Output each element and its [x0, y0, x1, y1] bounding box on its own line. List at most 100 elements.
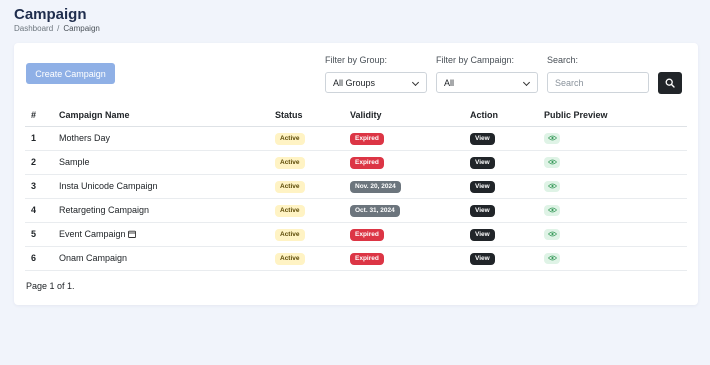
row-number: 4: [25, 198, 59, 223]
eye-icon: [547, 183, 557, 189]
filter-group-value: All Groups: [333, 77, 376, 88]
validity-cell: Expired: [350, 126, 470, 151]
campaign-name: Insta Unicode Campaign: [59, 181, 158, 191]
campaign-name: Retargeting Campaign: [59, 205, 150, 215]
create-campaign-button[interactable]: Create Campaign: [26, 63, 115, 84]
col-validity-header: Validity: [350, 105, 470, 127]
public-preview-button[interactable]: [544, 228, 560, 240]
search-input[interactable]: Search: [547, 72, 649, 93]
validity-cell: Expired: [350, 150, 470, 175]
filter-campaign-select[interactable]: All: [436, 72, 538, 93]
status-cell: Active: [275, 126, 350, 151]
col-preview-header: Public Preview: [544, 105, 687, 127]
preview-cell: [544, 174, 687, 199]
public-preview-button[interactable]: [544, 132, 560, 144]
public-preview-button[interactable]: [544, 180, 560, 192]
search-icon: [665, 78, 675, 88]
col-status-header: Status: [275, 105, 350, 127]
campaign-name-cell: Onam Campaign: [59, 246, 275, 271]
campaign-name: Mothers Day: [59, 133, 111, 143]
filter-campaign-value: All: [444, 77, 455, 88]
status-cell: Active: [275, 222, 350, 247]
eye-icon: [547, 207, 557, 213]
eye-icon: [547, 135, 557, 141]
validity-badge: Oct. 31, 2024: [350, 204, 400, 217]
view-button[interactable]: View: [470, 156, 495, 169]
breadcrumb: Dashboard / Campaign: [14, 24, 100, 33]
calendar-icon: [127, 230, 136, 238]
campaign-name: Event Campaign: [59, 229, 126, 239]
filter-group-label: Filter by Group:: [325, 55, 388, 65]
row-number: 1: [25, 126, 59, 151]
validity-badge: Expired: [350, 228, 384, 241]
view-button[interactable]: View: [470, 228, 495, 241]
pagination-info: Page 1 of 1.: [26, 281, 75, 291]
preview-cell: [544, 222, 687, 247]
row-number: 2: [25, 150, 59, 175]
col-action-header: Action: [470, 105, 544, 127]
chevron-down-icon: [411, 78, 420, 87]
preview-cell: [544, 246, 687, 271]
search-button[interactable]: [658, 72, 682, 94]
action-cell: View: [470, 198, 544, 223]
breadcrumb-dashboard-link[interactable]: Dashboard: [14, 24, 53, 33]
campaign-name-cell: Insta Unicode Campaign: [59, 174, 275, 199]
row-number: 6: [25, 246, 59, 271]
campaign-name-cell: Mothers Day: [59, 126, 275, 151]
table-row: 5 Event Campaign Active Expired View: [25, 222, 687, 247]
validity-badge: Expired: [350, 132, 384, 145]
campaign-card: Create Campaign Filter by Group: All Gro…: [14, 43, 698, 305]
campaign-name-cell: Retargeting Campaign: [59, 198, 275, 223]
status-badge: Active: [275, 204, 305, 217]
preview-cell: [544, 150, 687, 175]
preview-cell: [544, 126, 687, 151]
public-preview-button[interactable]: [544, 252, 560, 264]
action-cell: View: [470, 246, 544, 271]
action-cell: View: [470, 126, 544, 151]
status-badge: Active: [275, 156, 305, 169]
table-row: 3 Insta Unicode Campaign Active Nov. 20, 20…: [25, 174, 687, 199]
status-badge: Active: [275, 180, 305, 193]
validity-badge: Expired: [350, 156, 384, 169]
validity-cell: Expired: [350, 246, 470, 271]
status-cell: Active: [275, 150, 350, 175]
page-title: Campaign: [14, 6, 87, 23]
row-number: 3: [25, 174, 59, 199]
campaign-table: # Campaign Name Status Validity Action P…: [25, 105, 687, 271]
campaign-name-cell: Event Campaign: [59, 222, 275, 247]
view-button[interactable]: View: [470, 204, 495, 217]
filter-campaign-label: Filter by Campaign:: [436, 55, 515, 65]
breadcrumb-separator: /: [57, 24, 60, 33]
validity-cell: Expired: [350, 222, 470, 247]
preview-cell: [544, 198, 687, 223]
row-number: 5: [25, 222, 59, 247]
table-row: 1 Mothers Day Active Expired View: [25, 126, 687, 151]
validity-cell: Oct. 31, 2024: [350, 198, 470, 223]
public-preview-button[interactable]: [544, 204, 560, 216]
eye-icon: [547, 255, 557, 261]
action-cell: View: [470, 222, 544, 247]
breadcrumb-current: Campaign: [63, 24, 100, 33]
validity-badge: Nov. 20, 2024: [350, 180, 401, 193]
action-cell: View: [470, 150, 544, 175]
campaign-name: Onam Campaign: [59, 253, 128, 263]
table-row: 4 Retargeting Campaign Active Oct. 31, 2024…: [25, 198, 687, 223]
search-label: Search:: [547, 55, 579, 65]
status-badge: Active: [275, 252, 305, 265]
view-button[interactable]: View: [470, 132, 495, 145]
status-badge: Active: [275, 228, 305, 241]
eye-icon: [547, 231, 557, 237]
chevron-down-icon: [522, 78, 531, 87]
campaign-name-cell: Sample: [59, 150, 275, 175]
view-button[interactable]: View: [470, 252, 495, 265]
validity-badge: Expired: [350, 252, 384, 265]
status-cell: Active: [275, 198, 350, 223]
action-cell: View: [470, 174, 544, 199]
public-preview-button[interactable]: [544, 156, 560, 168]
col-name-header: Campaign Name: [59, 105, 275, 127]
table-header-row: # Campaign Name Status Validity Action P…: [25, 105, 687, 127]
filter-group-select[interactable]: All Groups: [325, 72, 427, 93]
eye-icon: [547, 159, 557, 165]
table-row: 2 Sample Active Expired View: [25, 150, 687, 175]
view-button[interactable]: View: [470, 180, 495, 193]
